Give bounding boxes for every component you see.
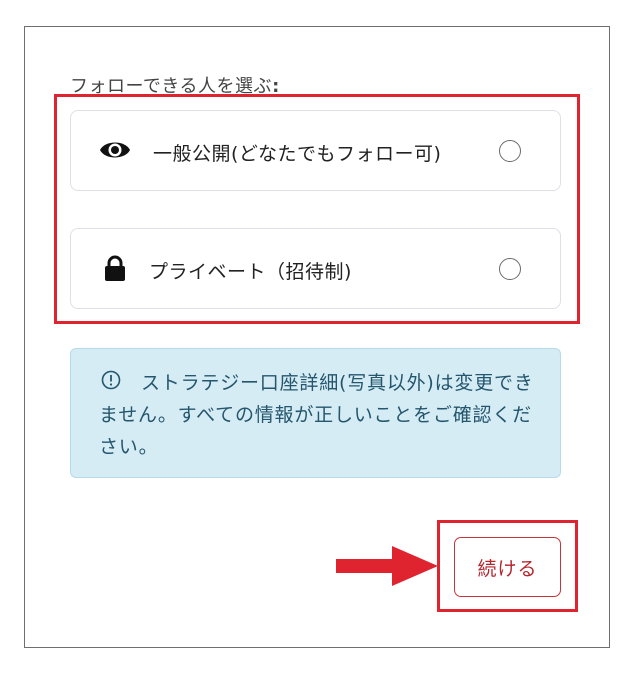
info-alert: ストラテジー口座詳細(写真以外)は変更できません。すべての情報が正しいことをご確… [70,348,561,478]
continue-button[interactable]: 続ける [454,537,561,597]
annotation-highlight-options [54,94,580,324]
annotation-arrow-icon [336,546,438,586]
info-alert-text: ストラテジー口座詳細(写真以外)は変更できません。すべての情報が正しいことをご確… [99,372,534,458]
